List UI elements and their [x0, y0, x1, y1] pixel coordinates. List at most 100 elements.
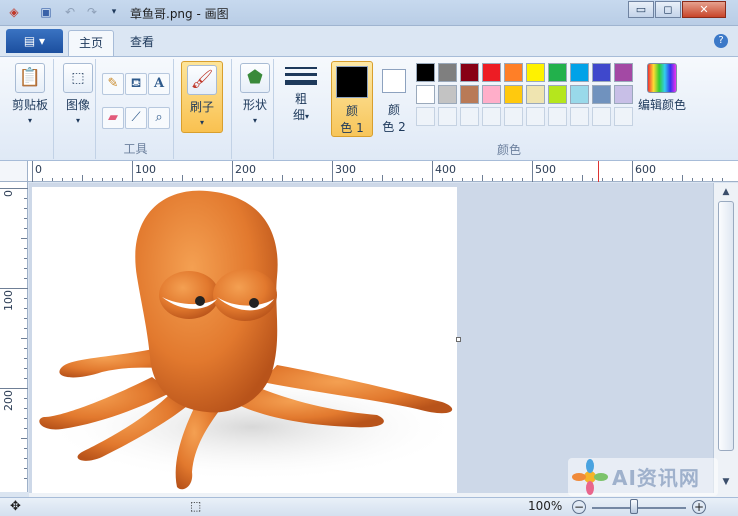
pencil-icon[interactable]: ✎	[102, 73, 124, 95]
customize-dropdown-icon[interactable]: ▾	[106, 4, 122, 20]
ruler-minor-tick	[24, 218, 27, 219]
palette-swatch[interactable]	[438, 85, 457, 104]
palette-swatch[interactable]	[570, 63, 589, 82]
palette-empty-swatch[interactable]	[614, 107, 633, 126]
ruler-minor-tick	[552, 178, 553, 181]
palette-empty-swatch[interactable]	[416, 107, 435, 126]
magnifier-icon[interactable]: ⌕	[148, 107, 170, 129]
zoom-slider-track[interactable]	[592, 507, 686, 509]
ruler-minor-tick	[222, 178, 223, 181]
palette-empty-swatch[interactable]	[482, 107, 501, 126]
palette-empty-swatch[interactable]	[548, 107, 567, 126]
palette-empty-swatch[interactable]	[438, 107, 457, 126]
ruler-tick-label: 0	[2, 190, 15, 197]
tools-label: 工具	[123, 142, 148, 156]
ruler-tick-label: 600	[635, 163, 656, 176]
vertical-scrollbar[interactable]: ▲ ▼	[713, 183, 738, 493]
ruler-minor-tick	[562, 178, 563, 181]
palette-swatch[interactable]	[460, 63, 479, 82]
zoom-level: 100%	[528, 499, 563, 513]
ruler-corner	[0, 161, 28, 182]
ruler-minor-tick	[712, 178, 713, 181]
file-menu-button[interactable]: ▤ ▾	[6, 29, 63, 53]
ruler-minor-tick	[24, 398, 27, 399]
ruler-minor-tick	[242, 178, 243, 181]
ruler-minor-tick	[24, 378, 27, 379]
shapes-label: 形状	[242, 98, 267, 112]
ruler-tick-label: 100	[2, 290, 15, 311]
palette-swatch[interactable]	[526, 63, 545, 82]
palette-swatch[interactable]	[548, 85, 567, 104]
palette-swatch[interactable]	[526, 85, 545, 104]
color2-button[interactable]: 颜 色 2	[376, 61, 412, 137]
save-icon[interactable]: ▣	[38, 4, 54, 20]
palette-swatch[interactable]	[460, 85, 479, 104]
zoom-out-button[interactable]: −	[572, 500, 586, 514]
palette-empty-swatch[interactable]	[570, 107, 589, 126]
zoom-in-button[interactable]: +	[692, 500, 706, 514]
palette-swatch[interactable]	[592, 85, 611, 104]
palette-swatch[interactable]	[482, 63, 501, 82]
ruler-minor-tick	[322, 178, 323, 181]
scroll-down-icon[interactable]: ▼	[718, 475, 734, 489]
color1-swatch	[336, 66, 368, 98]
palette-swatch[interactable]	[416, 63, 435, 82]
ruler-minor-tick	[24, 358, 27, 359]
ruler-minor-tick	[592, 178, 593, 181]
eraser-icon[interactable]: ▰	[102, 107, 124, 129]
shapes-group: ⬟ 形状 ▾	[234, 59, 274, 159]
watermark-logo-icon	[572, 459, 608, 495]
canvas-resize-handle-right[interactable]	[456, 337, 461, 342]
shapes-button[interactable]: ⬟ 形状 ▾	[237, 63, 273, 129]
ruler-minor-tick	[24, 418, 27, 419]
vertical-ruler: 0 100 200	[0, 182, 28, 492]
palette-swatch[interactable]	[614, 85, 633, 104]
paint-app-icon[interactable]: ◈	[6, 4, 22, 20]
edit-colors-icon	[647, 63, 677, 93]
work-area[interactable]	[29, 183, 713, 493]
color1-button[interactable]: 颜 色 1	[331, 61, 373, 137]
color-picker-icon[interactable]: ⟋	[125, 107, 147, 129]
ruler-minor-tick	[24, 448, 27, 449]
size-button[interactable]: 粗 细▾	[280, 63, 322, 125]
palette-swatch[interactable]	[592, 63, 611, 82]
ruler-minor-tick	[24, 308, 27, 309]
palette-swatch[interactable]	[482, 85, 501, 104]
fill-icon[interactable]: ⛾	[125, 73, 147, 95]
palette-empty-swatch[interactable]	[504, 107, 523, 126]
palette-swatch[interactable]	[504, 63, 523, 82]
help-icon[interactable]: ?	[714, 34, 728, 48]
drawing-canvas[interactable]	[32, 187, 457, 493]
ruler-minor-tick	[452, 178, 453, 181]
minimize-button[interactable]: ▭	[628, 1, 654, 18]
palette-swatch[interactable]	[416, 85, 435, 104]
tab-view[interactable]: 查看	[120, 30, 164, 56]
close-button[interactable]: ✕	[682, 1, 726, 18]
ruler-minor-tick	[24, 208, 27, 209]
ruler-minor-tick	[102, 178, 103, 181]
palette-swatch[interactable]	[504, 85, 523, 104]
palette-empty-swatch[interactable]	[526, 107, 545, 126]
palette-empty-swatch[interactable]	[460, 107, 479, 126]
ruler-minor-tick	[92, 178, 93, 181]
edit-colors-button[interactable]: 编辑颜色	[636, 63, 688, 113]
undo-icon[interactable]: ↶	[62, 4, 78, 20]
maximize-button[interactable]: ◻	[655, 1, 681, 18]
scrollbar-thumb[interactable]	[718, 201, 734, 451]
palette-swatch[interactable]	[548, 63, 567, 82]
ruler-minor-tick	[542, 178, 543, 181]
brushes-button[interactable]: 🖌 刷子 ▾	[181, 61, 223, 133]
ruler-minor-tick	[512, 178, 513, 181]
palette-swatch[interactable]	[570, 85, 589, 104]
palette-swatch[interactable]	[614, 63, 633, 82]
image-button[interactable]: ⬚ 图像 ▾	[60, 63, 96, 129]
zoom-slider-thumb[interactable]	[630, 499, 638, 514]
paste-button[interactable]: 📋 剪贴板 ▾	[10, 63, 50, 129]
text-icon[interactable]: A	[148, 73, 170, 95]
palette-empty-swatch[interactable]	[592, 107, 611, 126]
redo-icon[interactable]: ↷	[84, 4, 100, 20]
scroll-up-icon[interactable]: ▲	[718, 185, 734, 199]
palette-swatch[interactable]	[438, 63, 457, 82]
tab-home[interactable]: 主页	[68, 30, 115, 56]
horizontal-ruler: 0 100 200 300 400 500 600	[28, 161, 738, 182]
